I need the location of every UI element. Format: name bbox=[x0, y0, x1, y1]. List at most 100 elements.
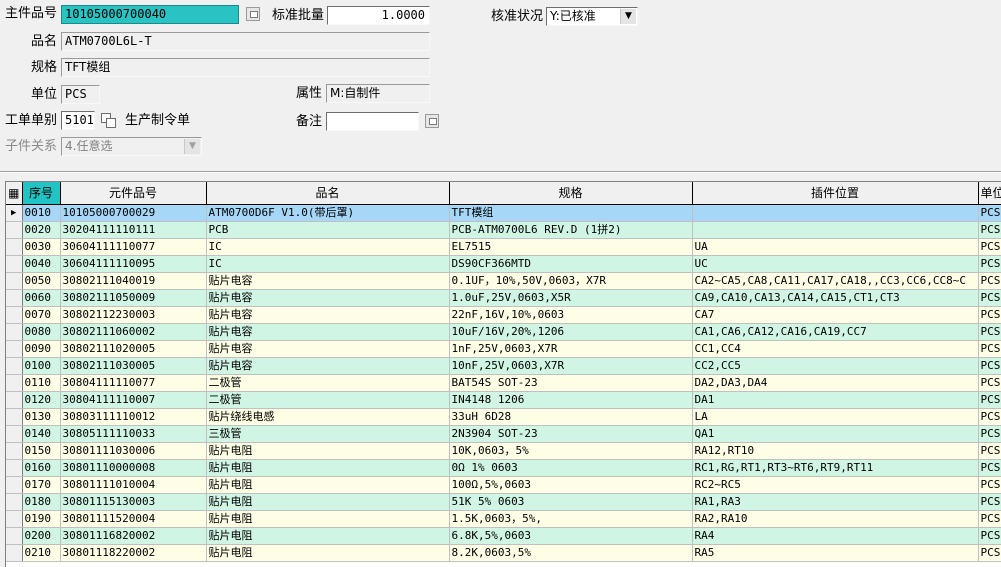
cell-spec[interactable]: 100Ω,5%,0603 bbox=[449, 476, 693, 494]
row-indicator[interactable] bbox=[6, 459, 23, 477]
cell-spec[interactable]: 22nF,16V,10%,0603 bbox=[449, 306, 693, 324]
cell-pos[interactable]: LA bbox=[692, 408, 979, 426]
cell-name[interactable]: 贴片电阻 bbox=[206, 459, 450, 477]
cell-pos[interactable]: UC bbox=[692, 255, 979, 273]
cell-seq[interactable]: 0010 bbox=[22, 204, 61, 222]
cell-seq[interactable]: 0080 bbox=[22, 323, 61, 341]
cell-unit[interactable]: PCS bbox=[978, 255, 1001, 273]
cell-seq[interactable]: 0130 bbox=[22, 408, 61, 426]
cell-spec[interactable]: 6.8K,5%,0603 bbox=[449, 527, 693, 545]
cell-unit[interactable]: PCS bbox=[978, 425, 1001, 443]
table-row[interactable]: 0060 30802111050009 贴片电容 1.0uF,25V,0603,X5R… bbox=[6, 289, 1001, 307]
cell-unit[interactable]: PCS bbox=[978, 527, 1001, 545]
col-header-part[interactable]: 元件品号 bbox=[60, 182, 207, 205]
table-row[interactable]: 0110 30804111110077 二极管 BAT54S SOT-23 DA2,DA… bbox=[6, 374, 1001, 392]
cell-seq[interactable]: 0020 bbox=[22, 221, 61, 239]
table-row[interactable]: 0190 30801111520004 贴片电阻 1.5K,0603，5%, RA2,R… bbox=[6, 510, 1001, 528]
cell-seq[interactable]: 0140 bbox=[22, 425, 61, 443]
cell-unit[interactable]: PCS bbox=[978, 289, 1001, 307]
cell-name[interactable]: 贴片绕线电感 bbox=[206, 408, 450, 426]
cell-part[interactable]: 30805111110033 bbox=[60, 425, 207, 443]
cell-spec[interactable]: 8.2K,0603,5% bbox=[449, 544, 693, 562]
cell-pos[interactable] bbox=[692, 204, 979, 222]
row-indicator[interactable] bbox=[6, 544, 23, 562]
cell-spec[interactable]: PCB-ATM0700L6 REV.D (1拼2) bbox=[449, 221, 693, 239]
cell-seq[interactable]: 0170 bbox=[22, 476, 61, 494]
cell-pos[interactable]: RA1,RA3 bbox=[692, 493, 979, 511]
cell-pos[interactable]: CC1,CC4 bbox=[692, 340, 979, 358]
cell-part[interactable]: 30801111030006 bbox=[60, 442, 207, 460]
col-header-unit[interactable]: 单位 bbox=[978, 182, 1001, 205]
row-indicator[interactable] bbox=[6, 272, 23, 290]
cell-name[interactable]: 二极管 bbox=[206, 374, 450, 392]
cell-part[interactable]: 30801111520004 bbox=[60, 510, 207, 528]
cell-part[interactable]: 30802111030005 bbox=[60, 357, 207, 375]
table-row[interactable]: 0120 30804111110007 二极管 IN4148 1206 DA1 PCS bbox=[6, 391, 1001, 409]
cell-spec[interactable]: 51K 5% 0603 bbox=[449, 493, 693, 511]
cell-seq[interactable]: 0200 bbox=[22, 527, 61, 545]
table-row[interactable]: 0040 30604111110095 IC DS90CF366MTD UC PCS bbox=[6, 255, 1001, 273]
cell-part[interactable]: 30801111010004 bbox=[60, 476, 207, 494]
cell-name[interactable]: 贴片电容 bbox=[206, 340, 450, 358]
cell-unit[interactable]: PCS bbox=[978, 323, 1001, 341]
cell-part[interactable]: 30803111110012 bbox=[60, 408, 207, 426]
cell-unit[interactable]: PCS bbox=[978, 493, 1001, 511]
chevron-down-icon[interactable]: ▼ bbox=[620, 9, 636, 24]
cell-pos[interactable]: RC1,RG,RT1,RT3~RT6,RT9,RT11 bbox=[692, 459, 979, 477]
row-indicator[interactable] bbox=[6, 442, 23, 460]
row-indicator[interactable] bbox=[6, 374, 23, 392]
cell-pos[interactable]: UA bbox=[692, 238, 979, 256]
cell-unit[interactable]: PCS bbox=[978, 374, 1001, 392]
cell-name[interactable]: 贴片电容 bbox=[206, 272, 450, 290]
cell-name[interactable]: 贴片电阻 bbox=[206, 493, 450, 511]
cell-unit[interactable]: PCS bbox=[978, 510, 1001, 528]
cell-name[interactable]: PCB bbox=[206, 221, 450, 239]
cell-unit[interactable]: PCS bbox=[978, 238, 1001, 256]
cell-unit[interactable]: PCS bbox=[978, 459, 1001, 477]
row-indicator[interactable] bbox=[6, 306, 23, 324]
cell-spec[interactable]: TFT模组 bbox=[449, 204, 693, 222]
table-row[interactable]: ▶ 0010 10105000700029 ATM0700D6F V1.0(带后罩) T… bbox=[6, 204, 1001, 222]
cell-pos[interactable]: CA2~CA5,CA8,CA11,CA17,CA18,,CC3,CC6,CC8~… bbox=[692, 272, 979, 290]
cell-unit[interactable]: PCS bbox=[978, 306, 1001, 324]
cell-seq[interactable]: 0180 bbox=[22, 493, 61, 511]
col-header-spec[interactable]: 规格 bbox=[449, 182, 693, 205]
cell-seq[interactable]: 0070 bbox=[22, 306, 61, 324]
cell-name[interactable]: 贴片电容 bbox=[206, 357, 450, 375]
wo-type-input[interactable]: 5101 bbox=[61, 111, 95, 130]
cell-pos[interactable]: CC2,CC5 bbox=[692, 357, 979, 375]
cell-spec[interactable]: BAT54S SOT-23 bbox=[449, 374, 693, 392]
cell-pos[interactable]: CA9,CA10,CA13,CA14,CA15,CT1,CT3 bbox=[692, 289, 979, 307]
cell-unit[interactable]: PCS bbox=[978, 272, 1001, 290]
remark-lookup-icon[interactable] bbox=[425, 114, 439, 128]
cell-part[interactable]: 30804111110077 bbox=[60, 374, 207, 392]
cell-spec[interactable]: 10K,0603，5% bbox=[449, 442, 693, 460]
cell-seq[interactable]: 0030 bbox=[22, 238, 61, 256]
row-indicator[interactable] bbox=[6, 391, 23, 409]
cell-seq[interactable]: 0100 bbox=[22, 357, 61, 375]
cell-seq[interactable]: 0190 bbox=[22, 510, 61, 528]
row-indicator[interactable] bbox=[6, 323, 23, 341]
cell-seq[interactable]: 0210 bbox=[22, 544, 61, 562]
table-row[interactable]: 0090 30802111020005 贴片电容 1nF,25V,0603,X7R CC… bbox=[6, 340, 1001, 358]
bom-grid[interactable]: ▦ 序号 元件品号 品名 规格 插件位置 单位 ▶001010105000700… bbox=[5, 181, 1001, 567]
cell-name[interactable]: 贴片电阻 bbox=[206, 544, 450, 562]
row-indicator[interactable] bbox=[6, 476, 23, 494]
cell-pos[interactable]: RA12,RT10 bbox=[692, 442, 979, 460]
cell-part[interactable]: 30801118220002 bbox=[60, 544, 207, 562]
table-row[interactable]: 0050 30802111040019 贴片电容 0.1UF，10%,50V,0603… bbox=[6, 272, 1001, 290]
table-row[interactable]: 0180 30801115130003 贴片电阻 51K 5% 0603 RA1,RA3… bbox=[6, 493, 1001, 511]
cell-name[interactable]: ATM0700D6F V1.0(带后罩) bbox=[206, 204, 450, 222]
cell-part[interactable]: 30801110000008 bbox=[60, 459, 207, 477]
cell-spec[interactable]: 1nF,25V,0603,X7R bbox=[449, 340, 693, 358]
cell-pos[interactable]: DA1 bbox=[692, 391, 979, 409]
cell-part[interactable]: 30802111040019 bbox=[60, 272, 207, 290]
cell-name[interactable]: 贴片电阻 bbox=[206, 476, 450, 494]
cell-pos[interactable] bbox=[692, 221, 979, 239]
table-row[interactable]: 0170 30801111010004 贴片电阻 100Ω,5%,0603 RC2~RC… bbox=[6, 476, 1001, 494]
cell-spec[interactable]: 1.5K,0603，5%, bbox=[449, 510, 693, 528]
row-indicator[interactable] bbox=[6, 221, 23, 239]
row-indicator[interactable] bbox=[6, 238, 23, 256]
cell-unit[interactable]: PCS bbox=[978, 476, 1001, 494]
cell-spec[interactable]: EL7515 bbox=[449, 238, 693, 256]
